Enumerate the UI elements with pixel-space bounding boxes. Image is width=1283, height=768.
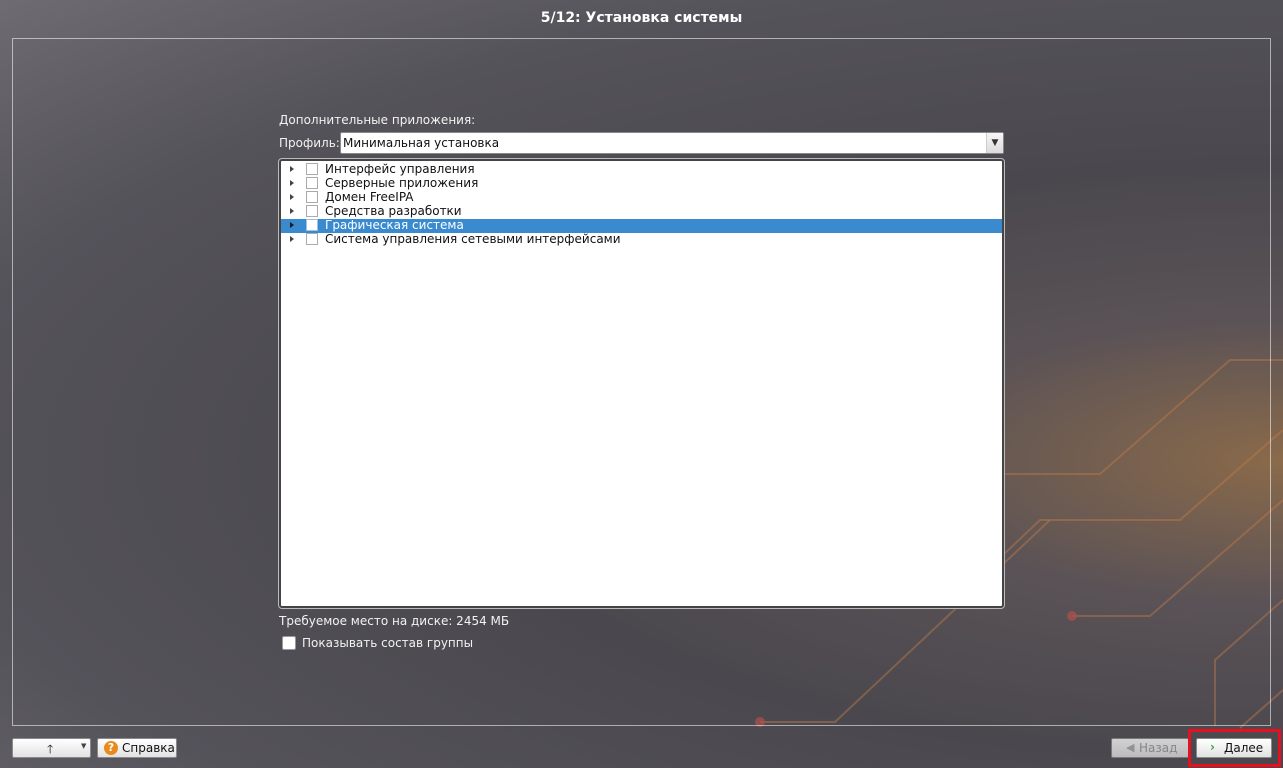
applications-tree[interactable]: Интерфейс управления Серверные приложени… xyxy=(279,159,1004,608)
tree-row[interactable]: Домен FreeIPA xyxy=(281,190,1002,205)
expand-arrow-icon[interactable] xyxy=(290,236,294,242)
section-label: Дополнительные приложения: xyxy=(279,113,476,127)
expand-arrow-icon[interactable] xyxy=(290,180,294,186)
chevron-down-icon: ▼ xyxy=(81,742,87,750)
profile-label: Профиль: xyxy=(279,136,340,150)
tree-row-label: Графическая система xyxy=(325,218,464,232)
tree-row-selected[interactable]: Графическая система xyxy=(281,218,1002,233)
tree-checkbox[interactable] xyxy=(306,177,318,189)
expand-arrow-icon[interactable] xyxy=(290,166,294,172)
chevron-down-icon[interactable]: ▼ xyxy=(986,133,1003,153)
chevron-left-icon: ◀ xyxy=(1126,741,1135,754)
tree-row[interactable]: Серверные приложения xyxy=(281,176,1002,191)
tree-row[interactable]: Система управления сетевыми интерфейсами xyxy=(281,232,1002,247)
highlight-box xyxy=(1188,729,1281,767)
profile-select-value: Минимальная установка xyxy=(343,136,500,150)
expand-arrow-icon[interactable] xyxy=(290,222,294,228)
tree-row-label: Система управления сетевыми интерфейсами xyxy=(325,232,621,246)
show-group-label: Показывать состав группы xyxy=(302,636,474,650)
help-icon: ? xyxy=(104,741,118,755)
help-button[interactable]: ? Справка xyxy=(97,738,177,758)
tree-checkbox[interactable] xyxy=(306,191,318,203)
tree-row-label: Домен FreeIPA xyxy=(325,190,414,204)
up-menu-button[interactable]: 🡑 ▼ xyxy=(12,738,91,758)
back-button-label: Назад xyxy=(1139,741,1178,755)
back-button[interactable]: ◀ Назад xyxy=(1111,738,1189,758)
tree-row-label: Средства разработки xyxy=(325,204,462,218)
expand-arrow-icon[interactable] xyxy=(290,194,294,200)
window-title: 5/12: Установка системы xyxy=(540,10,743,26)
tree-row[interactable]: Интерфейс управления xyxy=(281,162,1002,177)
tree-checkbox[interactable] xyxy=(306,233,318,245)
expand-arrow-icon[interactable] xyxy=(290,208,294,214)
profile-select[interactable]: Минимальная установка ▼ xyxy=(340,132,1004,154)
disk-space-info: Требуемое место на диске: 2454 МБ xyxy=(279,614,510,628)
show-group-checkbox[interactable] xyxy=(282,636,296,650)
tree-checkbox[interactable] xyxy=(306,219,318,231)
tree-row-label: Интерфейс управления xyxy=(325,162,475,176)
tree-row[interactable]: Средства разработки xyxy=(281,204,1002,219)
tree-checkbox[interactable] xyxy=(306,205,318,217)
up-arrow-icon: 🡑 xyxy=(47,742,54,756)
tree-checkbox[interactable] xyxy=(306,163,318,175)
help-button-label: Справка xyxy=(122,741,175,755)
tree-row-label: Серверные приложения xyxy=(325,176,479,190)
